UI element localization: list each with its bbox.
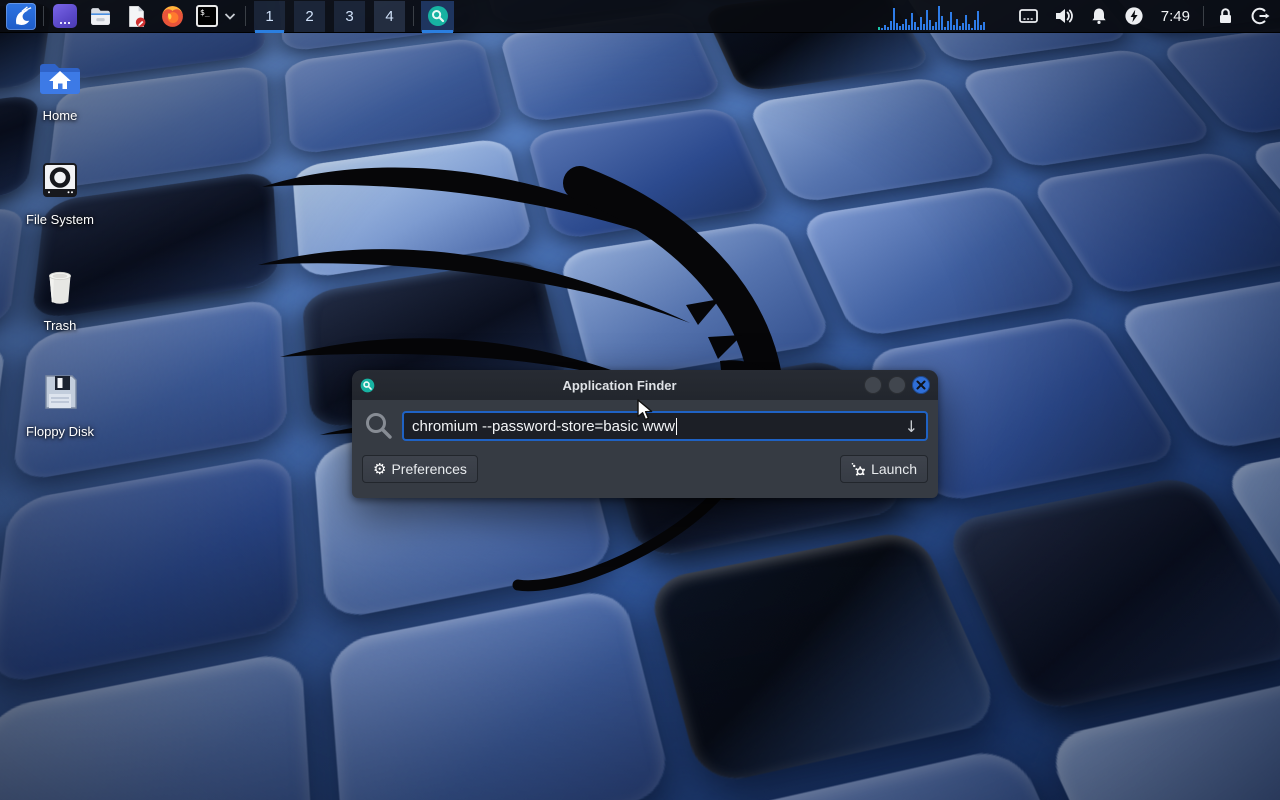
top-panel: $_ 1 2 3 4 (0, 0, 1280, 33)
chevron-down-icon (224, 12, 236, 20)
desktop-icon-floppy-disk[interactable]: Floppy Disk (10, 368, 110, 439)
notifications-bell-icon[interactable] (1085, 1, 1113, 32)
desktop-icon-label: Floppy Disk (26, 424, 94, 439)
home-folder-icon (36, 52, 84, 100)
kali-logo-icon (10, 5, 32, 27)
text-cursor (676, 418, 678, 435)
app-window-icon (53, 4, 77, 28)
volume-icon[interactable] (1050, 1, 1078, 32)
mouse-cursor (637, 399, 655, 423)
preferences-button[interactable]: ⚙ Preferences (362, 455, 478, 483)
preferences-label: Preferences (391, 461, 466, 477)
panel-separator (245, 6, 246, 26)
terminal-dropdown-button[interactable]: $_ (194, 1, 238, 32)
appfinder-panel-button[interactable] (421, 1, 454, 32)
folder-icon (88, 4, 113, 29)
cpu-graph[interactable] (878, 2, 1008, 30)
panel-separator (1203, 6, 1204, 26)
desktop-icon-home[interactable]: Home (10, 52, 110, 123)
display-icon[interactable] (1015, 1, 1043, 32)
workspace-4-button[interactable]: 4 (374, 1, 405, 32)
panel-separator (43, 6, 44, 26)
appfinder-icon (427, 5, 449, 27)
firefox-icon (160, 4, 185, 29)
hard-drive-icon (36, 156, 84, 204)
search-input-value: chromium --password-store=basic www (412, 418, 675, 435)
workspace-2-button[interactable]: 2 (294, 1, 325, 32)
launch-button[interactable]: Launch (840, 455, 928, 483)
gear-icon: ⚙ (373, 462, 386, 477)
clock[interactable]: 7:49 (1155, 1, 1196, 32)
desktop-icon-label: Home (43, 108, 78, 123)
window-appfinder-icon (360, 378, 375, 393)
desktop-screen: $_ 1 2 3 4 (0, 0, 1280, 800)
application-finder-window: Application Finder chromium --password- (352, 370, 938, 498)
desktop-icon-label: File System (26, 212, 94, 227)
desktop-icon-trash[interactable]: Trash (10, 262, 110, 333)
workspace-3-button[interactable]: 3 (334, 1, 365, 32)
search-icon (362, 410, 396, 442)
taskbar-app-window-button[interactable] (51, 1, 79, 32)
dropdown-arrow-icon[interactable]: ↓ (905, 417, 918, 436)
desktop-icon-file-system[interactable]: File System (10, 156, 110, 227)
maximize-button[interactable] (888, 376, 906, 394)
trash-bin-icon (36, 262, 84, 310)
close-icon (916, 380, 926, 390)
power-manager-icon[interactable] (1120, 1, 1148, 32)
desktop-icon-label: Trash (44, 318, 77, 333)
logout-icon[interactable] (1246, 1, 1274, 32)
search-input[interactable]: chromium --password-store=basic www ↓ (402, 411, 928, 441)
firefox-button[interactable] (158, 1, 187, 32)
minimize-button[interactable] (864, 376, 882, 394)
floppy-disk-icon (36, 368, 84, 416)
panel-separator (413, 6, 414, 26)
close-button[interactable] (912, 376, 930, 394)
applications-menu-button[interactable] (6, 3, 36, 30)
window-title: Application Finder (381, 378, 858, 393)
text-editor-button[interactable] (122, 1, 151, 32)
lock-screen-icon[interactable] (1211, 1, 1239, 32)
file-manager-button[interactable] (86, 1, 115, 32)
document-edit-icon (124, 4, 149, 29)
terminal-icon: $_ (196, 5, 218, 27)
launch-gear-icon (851, 462, 866, 477)
launch-label: Launch (871, 461, 917, 477)
titlebar[interactable]: Application Finder (352, 370, 938, 400)
workspace-1-button[interactable]: 1 (254, 1, 285, 32)
